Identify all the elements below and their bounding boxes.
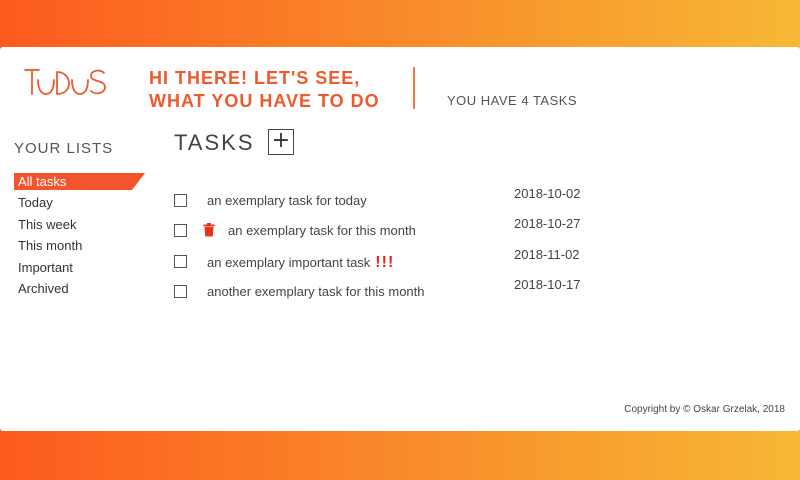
- greeting-line-2: WHAT YOU HAVE TO DO: [149, 91, 380, 111]
- task-row: an exemplary task for today 2018-10-02: [174, 186, 594, 211]
- sidebar-item-this-month[interactable]: This month: [14, 237, 154, 259]
- task-checkbox[interactable]: [174, 255, 187, 268]
- task-row: another exemplary task for this month 20…: [174, 277, 594, 302]
- task-text: an exemplary important task: [207, 255, 371, 270]
- todos-logo[interactable]: [24, 67, 108, 104]
- sidebar-lists: All tasks Today This week This month Imp…: [14, 173, 154, 302]
- task-checkbox[interactable]: [174, 224, 187, 237]
- task-date: 2018-10-02: [514, 186, 581, 201]
- sidebar-item-archived[interactable]: Archived: [14, 280, 154, 302]
- importance-marker: !!!: [375, 254, 395, 271]
- lists-heading: YOUR LISTS: [14, 140, 114, 157]
- greeting: HI THERE! LET'S SEE, WHAT YOU HAVE TO DO: [149, 67, 380, 113]
- task-date: 2018-11-02: [514, 247, 580, 262]
- sidebar-item-label: All tasks: [18, 174, 67, 189]
- task-text-wrapper[interactable]: an exemplary important task!!!: [207, 254, 394, 272]
- main-card: HI THERE! LET'S SEE, WHAT YOU HAVE TO DO…: [0, 47, 800, 431]
- task-text[interactable]: another exemplary task for this month: [207, 284, 425, 299]
- add-task-button[interactable]: +: [268, 129, 294, 155]
- task-row: an exemplary important task!!! 2018-11-0…: [174, 247, 594, 272]
- copyright: Copyright by © Oskar Grzelak, 2018: [624, 404, 785, 415]
- task-count: YOU HAVE 4 TASKS: [447, 93, 578, 108]
- greeting-line-1: HI THERE! LET'S SEE,: [149, 68, 361, 88]
- task-date: 2018-10-17: [514, 277, 581, 292]
- task-row: an exemplary task for this month 2018-10…: [174, 216, 594, 242]
- task-date: 2018-10-27: [514, 216, 581, 231]
- sidebar-item-all-tasks[interactable]: All tasks: [14, 173, 154, 190]
- task-text[interactable]: an exemplary task for this month: [228, 223, 416, 238]
- trash-icon[interactable]: [203, 223, 215, 242]
- header-divider: [413, 67, 415, 109]
- tasks-title: TASKS: [174, 130, 255, 155]
- sidebar-item-important[interactable]: Important: [14, 259, 154, 281]
- task-text[interactable]: an exemplary task for today: [207, 193, 367, 208]
- task-checkbox[interactable]: [174, 194, 187, 207]
- sidebar-item-today[interactable]: Today: [14, 194, 154, 216]
- sidebar-item-this-week[interactable]: This week: [14, 216, 154, 238]
- task-checkbox[interactable]: [174, 285, 187, 298]
